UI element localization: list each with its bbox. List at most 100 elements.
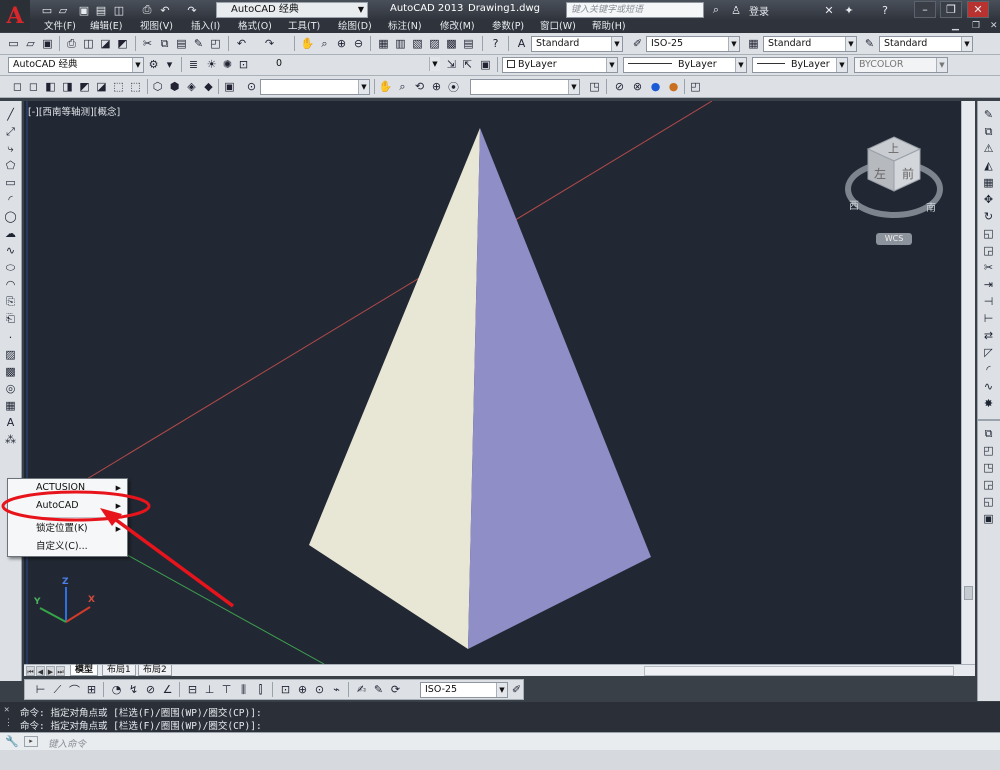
cut-icon[interactable]: ✂ — [140, 36, 155, 51]
camera-icon[interactable]: ▣ — [222, 79, 237, 94]
workspace-settings-icon[interactable]: ⚙ — [146, 57, 161, 72]
layer-properties-icon[interactable]: ≣ — [186, 57, 201, 72]
point-icon[interactable]: · — [3, 330, 18, 345]
pyramid-right-face[interactable] — [468, 128, 651, 649]
save-icon[interactable]: ▣ — [40, 36, 55, 51]
aligned-dim-icon[interactable]: ⟋ — [50, 682, 65, 697]
send-back-icon[interactable]: ◳ — [981, 460, 996, 475]
prev-tab-icon[interactable]: ◀ — [36, 666, 45, 676]
dim-style-dropdown[interactable]: ISO-25 ▼ — [420, 682, 508, 698]
help-icon[interactable]: ? — [878, 2, 892, 18]
publish-icon[interactable]: ◪ — [98, 36, 113, 51]
linetype-dropdown[interactable]: ByLayer ▼ — [623, 57, 747, 73]
join-icon[interactable]: ⇄ — [981, 328, 996, 343]
close-panel-icon[interactable]: ✕ — [4, 705, 9, 715]
vertical-scrollbar[interactable] — [961, 101, 975, 664]
user-icon[interactable]: ♙ — [730, 2, 742, 18]
draw-order-icon[interactable]: ⧉ — [981, 426, 996, 441]
exchange-icon[interactable]: ✕ — [822, 2, 836, 18]
zoom-extents-icon[interactable]: ⊕ — [429, 79, 444, 94]
scale-icon[interactable]: ◱ — [981, 226, 996, 241]
zoom-previous-icon[interactable]: ⊖ — [351, 36, 366, 51]
zoom-window-icon[interactable]: ⊕ — [334, 36, 349, 51]
fillet-icon[interactable]: ◜ — [981, 362, 996, 377]
view-front-icon[interactable]: ◩ — [77, 79, 92, 94]
text-front-icon[interactable]: ▣ — [981, 511, 996, 526]
minimize-button[interactable]: – — [914, 1, 936, 18]
polygon-icon[interactable]: ⬠ — [3, 158, 18, 173]
wrench-icon[interactable]: 🔧 — [5, 735, 19, 748]
dim-style-icon[interactable]: ✐ — [630, 36, 645, 51]
center-mark-icon[interactable]: ⊕ — [295, 682, 310, 697]
view-sw-iso-icon[interactable]: ⬚ — [111, 79, 126, 94]
menu-tools[interactable]: 工具(T) — [288, 20, 320, 33]
shading-flat-icon[interactable]: ⊗ — [630, 79, 645, 94]
dim-style-manager-icon[interactable]: ✐ — [509, 682, 524, 697]
visual-style-manager-icon[interactable]: ◳ — [587, 79, 602, 94]
undo-icon[interactable]: ↶ — [234, 36, 249, 51]
named-view-dropdown[interactable]: ▼ — [260, 79, 370, 95]
context-menu-item-customize[interactable]: 自定义(C)... — [8, 538, 127, 556]
rotate-icon[interactable]: ↻ — [981, 209, 996, 224]
array-icon[interactable]: ▦ — [981, 175, 996, 190]
undo-icon[interactable]: ↶ — [158, 2, 172, 18]
pyramid-left-face[interactable] — [309, 128, 480, 649]
dim-style-dropdown[interactable]: ISO-25 ▼ — [646, 36, 740, 52]
break-icon[interactable]: ⊢ — [981, 311, 996, 326]
search-icon[interactable]: ⌕ — [708, 2, 724, 18]
jogged-dim-icon[interactable]: ↯ — [126, 682, 141, 697]
baseline-dim-icon[interactable]: ⊥ — [202, 682, 217, 697]
orbit-icon[interactable]: ⟲ — [412, 79, 427, 94]
properties-icon[interactable]: ▦ — [376, 36, 391, 51]
make-block-icon[interactable]: ⎗ — [3, 311, 18, 326]
shading-off-icon[interactable]: ⊘ — [612, 79, 627, 94]
table-style-dropdown[interactable]: Standard ▼ — [763, 36, 857, 52]
doc-minimize-icon[interactable]: ▁ — [952, 20, 959, 33]
viewcube[interactable]: 上 左 前 西 南 WCS — [844, 129, 944, 249]
wireframe-3d-icon[interactable]: ⬢ — [167, 79, 182, 94]
materials-icon[interactable]: ● — [666, 79, 681, 94]
sun-icon[interactable]: ✺ — [220, 57, 235, 72]
save-as-icon[interactable]: ▤ — [94, 2, 108, 18]
multileader-style-dropdown[interactable]: Standard ▼ — [879, 36, 973, 52]
wcs-menu[interactable]: WCS — [876, 233, 912, 245]
view-left-icon[interactable]: ◧ — [43, 79, 58, 94]
region-icon[interactable]: ◎ — [3, 381, 18, 396]
break-at-point-icon[interactable]: ⊣ — [981, 294, 996, 309]
make-current-layer-icon[interactable]: ⇲ — [444, 57, 459, 72]
construction-line-icon[interactable]: ⤢ — [3, 124, 18, 139]
hatch-icon[interactable]: ▨ — [3, 347, 18, 362]
menu-insert[interactable]: 插入(I) — [191, 20, 220, 33]
menu-format[interactable]: 格式(O) — [238, 20, 272, 33]
new-file-icon[interactable]: ▭ — [40, 2, 54, 18]
paste-icon[interactable]: ▤ — [174, 36, 189, 51]
view-se-iso-icon[interactable]: ⬚ — [128, 79, 143, 94]
arc-icon[interactable]: ◜ — [3, 192, 18, 207]
lock-icon[interactable]: ⊡ — [236, 57, 251, 72]
ellipse-arc-icon[interactable]: ◠ — [3, 277, 18, 292]
view-back-icon[interactable]: ◪ — [94, 79, 109, 94]
color-dropdown[interactable]: ByLayer ▼ — [502, 57, 618, 73]
menu-edit[interactable]: 编辑(E) — [90, 20, 122, 33]
diameter-dim-icon[interactable]: ⊘ — [143, 682, 158, 697]
panel-grip-icon[interactable]: ⋮ — [4, 718, 13, 728]
erase-icon[interactable]: ✎ — [981, 107, 996, 122]
tab-layout2[interactable]: 布局2 — [138, 665, 172, 676]
quick-dim-icon[interactable]: ⊟ — [185, 682, 200, 697]
viewport-controls-label[interactable]: [-][西南等轴测][概念] — [28, 104, 120, 118]
recent-commands-icon[interactable]: ▸ — [24, 736, 38, 747]
qnew-icon[interactable]: ▭ — [6, 36, 21, 51]
block-editor-icon[interactable]: ◰ — [208, 36, 223, 51]
menu-draw[interactable]: 绘图(D) — [338, 20, 372, 33]
menu-modify[interactable]: 修改(M) — [440, 20, 475, 33]
markup-icon[interactable]: ▩ — [444, 36, 459, 51]
dim-update-icon[interactable]: ⟳ — [388, 682, 403, 697]
copy-object-icon[interactable]: ⧉ — [981, 124, 996, 139]
lightbulb-icon[interactable]: ☀ — [204, 57, 219, 72]
subscription-icon[interactable]: ✦ — [842, 2, 856, 18]
linear-dim-icon[interactable]: ⊢ — [33, 682, 48, 697]
save-icon[interactable]: ▣ — [77, 2, 91, 18]
render-icon[interactable]: ◰ — [688, 79, 703, 94]
doc-restore-icon[interactable]: ❐ — [972, 20, 980, 33]
lineweight-dropdown[interactable]: ByLayer ▼ — [752, 57, 848, 73]
